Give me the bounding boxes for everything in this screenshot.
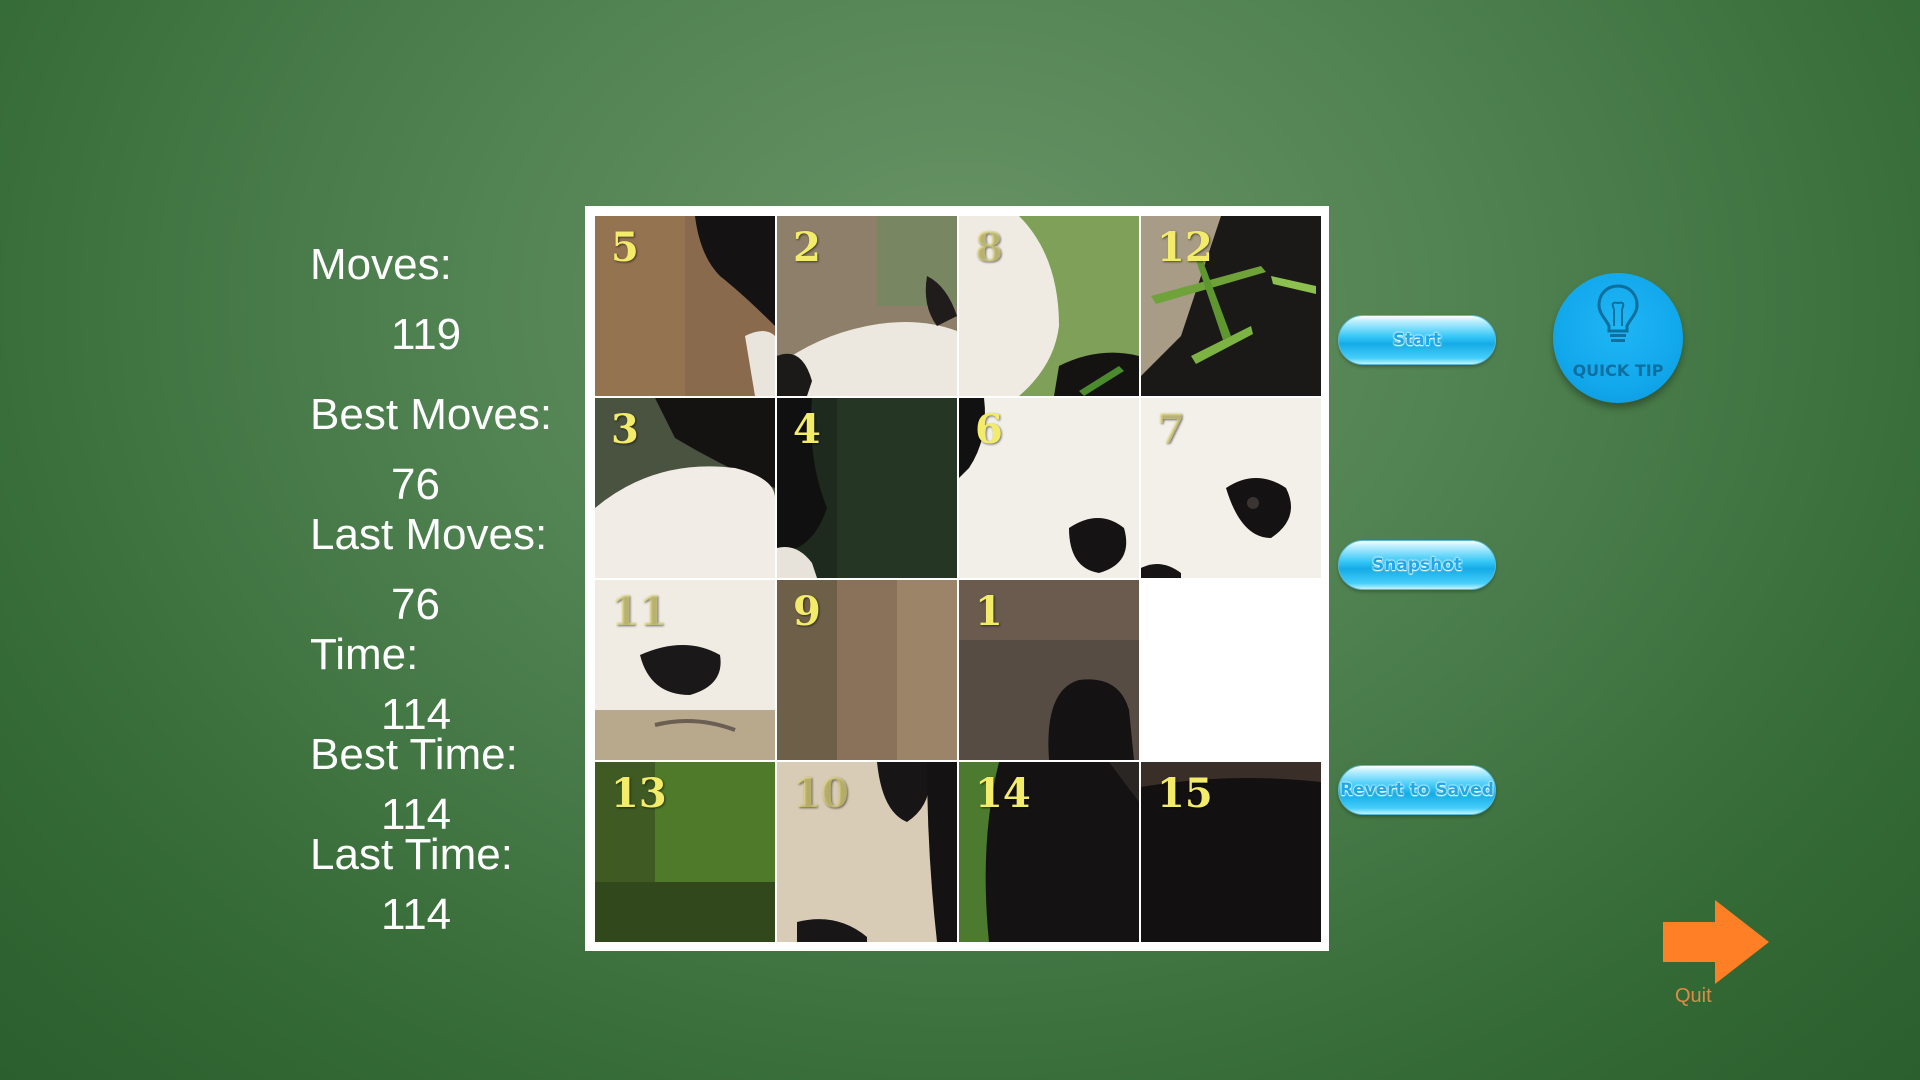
puzzle-tile[interactable]: 12	[1141, 216, 1321, 396]
tile-number: 5	[611, 224, 639, 271]
quit-label[interactable]: Quit	[1675, 985, 1712, 1008]
tile-number: 3	[611, 406, 639, 453]
puzzle-tile[interactable]: 6	[959, 398, 1139, 578]
puzzle-tile[interactable]: 4	[777, 398, 957, 578]
puzzle-tile[interactable]: 9	[777, 580, 957, 760]
tile-number: 9	[793, 588, 821, 635]
tile-number: 4	[793, 406, 821, 453]
best-moves-value: 76	[391, 460, 440, 509]
empty-slot[interactable]	[1141, 580, 1321, 760]
moves-value: 119	[391, 310, 462, 359]
tile-number: 10	[793, 770, 849, 817]
tile-number: 7	[1157, 406, 1185, 453]
tile-number: 15	[1157, 770, 1213, 817]
best-time-label: Best Time:	[310, 730, 518, 779]
tile-number: 8	[975, 224, 1003, 271]
time-label: Time:	[310, 630, 419, 679]
best-moves-label: Best Moves:	[310, 390, 553, 439]
puzzle-tile[interactable]: 7	[1141, 398, 1321, 578]
tile-number: 12	[1157, 224, 1213, 271]
puzzle-tile[interactable]: 1	[959, 580, 1139, 760]
tile-number: 6	[975, 406, 1003, 453]
puzzle-tile[interactable]: 15	[1141, 762, 1321, 942]
last-moves-value: 76	[391, 580, 440, 629]
last-time-label: Last Time:	[310, 830, 513, 879]
puzzle-tile[interactable]: 8	[959, 216, 1139, 396]
start-button[interactable]: Start	[1338, 315, 1496, 365]
revert-to-saved-button[interactable]: Revert to Saved	[1338, 765, 1496, 815]
tile-number: 2	[793, 224, 821, 271]
quick-tip-label: QUICK TIP	[1572, 361, 1664, 380]
puzzle-tile[interactable]: 2	[777, 216, 957, 396]
tile-grid: 5 2 8 12 3 4 6 7 11 9 1 13 10 14 15	[595, 216, 1321, 942]
snapshot-button[interactable]: Snapshot	[1338, 540, 1496, 590]
arrow-right-icon[interactable]	[1663, 900, 1771, 984]
puzzle-tile[interactable]: 10	[777, 762, 957, 942]
tile-number: 13	[611, 770, 667, 817]
moves-label: Moves:	[310, 240, 452, 289]
puzzle-tile[interactable]: 11	[595, 580, 775, 760]
quick-tip-button[interactable]: QUICK TIP	[1553, 273, 1683, 403]
tile-number: 11	[611, 588, 667, 635]
lightbulb-icon	[1597, 284, 1639, 342]
tile-number: 14	[975, 770, 1031, 817]
puzzle-tile[interactable]: 5	[595, 216, 775, 396]
puzzle-tile[interactable]: 13	[595, 762, 775, 942]
puzzle-tile[interactable]: 14	[959, 762, 1139, 942]
puzzle-tile[interactable]: 3	[595, 398, 775, 578]
last-time-value: 114	[381, 890, 452, 939]
puzzle-board: 5 2 8 12 3 4 6 7 11 9 1 13 10 14 15	[585, 206, 1329, 951]
last-moves-label: Last Moves:	[310, 510, 548, 559]
tile-number: 1	[975, 588, 1003, 635]
